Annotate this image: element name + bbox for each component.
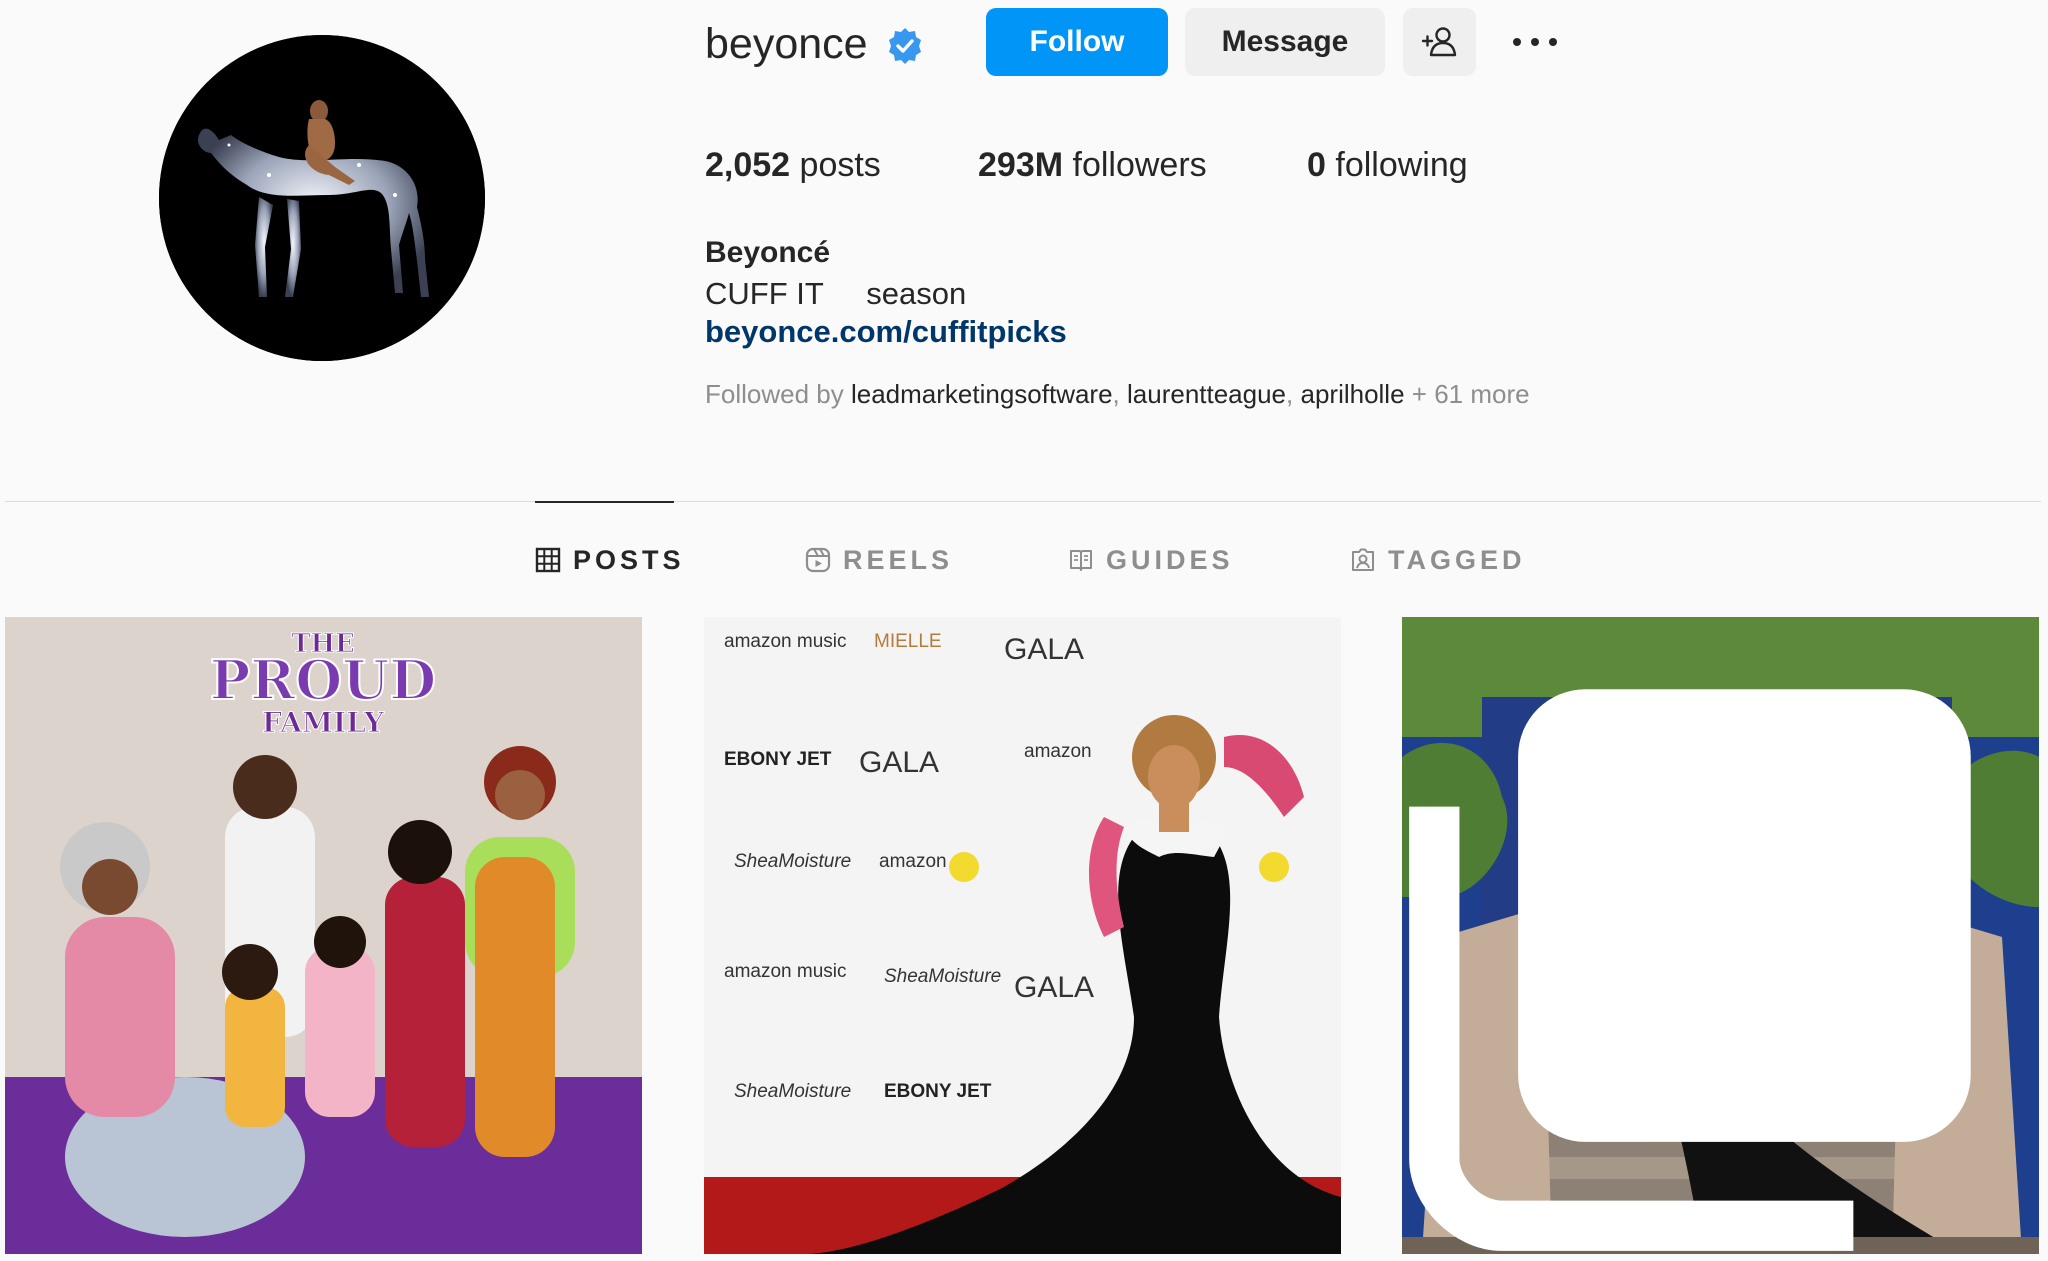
post-image: THE PROUD FAMILY: [5, 617, 642, 1254]
profile-link[interactable]: beyonce.com/cuffitpicks: [705, 311, 1067, 353]
tab-label: POSTS: [573, 544, 685, 575]
tab-reels[interactable]: REELS: [805, 540, 953, 580]
post-thumbnail[interactable]: THE PROUD FAMILY: [5, 617, 642, 1254]
follower-name[interactable]: leadmarketingsoftware: [851, 379, 1113, 409]
follower-name[interactable]: laurentteague: [1127, 379, 1286, 409]
tabs-divider: [5, 501, 2041, 502]
guides-icon: [1070, 550, 1092, 571]
profile-full-name: Beyoncé: [705, 236, 831, 269]
follow-button[interactable]: Follow: [986, 8, 1168, 76]
more-horizontal-icon: [1513, 38, 1557, 46]
grid-icon: [535, 547, 561, 573]
post-image: amazon music MIELLE GALA EBONY JET GALA …: [704, 617, 1341, 1254]
followers-count: 293M: [978, 146, 1064, 184]
follower-name[interactable]: aprilholle: [1300, 379, 1404, 409]
followed-by-prefix: Followed by: [705, 379, 851, 409]
backdrop-logo: EBONY JET: [724, 749, 832, 770]
more-options-button[interactable]: [1510, 20, 1560, 64]
posts-label: posts: [790, 146, 881, 184]
backdrop-logo: amazon: [879, 851, 947, 872]
posts-count: 2,052: [705, 146, 791, 184]
tagged-icon: [1352, 548, 1374, 571]
followers-stat[interactable]: 293M followers: [978, 140, 1207, 190]
posts-count-stat: 2,052 posts: [705, 140, 881, 190]
tab-guides[interactable]: GUIDES: [1068, 540, 1234, 580]
followed-by-separator: ,: [1112, 379, 1127, 409]
followed-by-more: + 61 more: [1404, 379, 1530, 409]
profile-avatar[interactable]: [159, 35, 485, 361]
followed-by[interactable]: Followed by leadmarketingsoftware, laure…: [705, 374, 1530, 414]
backdrop-logo: GALA: [859, 746, 939, 779]
tab-label: GUIDES: [1106, 544, 1234, 575]
profile-username: beyonce: [705, 20, 868, 68]
followed-by-separator: ,: [1286, 379, 1301, 409]
post-thumbnail[interactable]: [1402, 617, 2039, 1254]
reels-icon: [805, 547, 831, 573]
backdrop-logo: SheaMoisture: [734, 851, 851, 872]
post-text: PROUD: [210, 648, 436, 712]
suggested-accounts-button[interactable]: [1403, 8, 1476, 76]
tab-posts[interactable]: POSTS: [535, 540, 685, 580]
multiple-posts-icon: [1409, 689, 1971, 1251]
post-text: FAMILY: [262, 706, 385, 739]
followers-label: followers: [1063, 146, 1207, 184]
backdrop-logo: EBONY JET: [884, 1081, 992, 1102]
backdrop-logo: GALA: [1004, 633, 1084, 666]
backdrop-logo: SheaMoisture: [884, 966, 1001, 987]
following-stat[interactable]: 0 following: [1307, 140, 1468, 190]
tab-label: TAGGED: [1388, 544, 1526, 575]
tab-tagged[interactable]: TAGGED: [1350, 540, 1526, 580]
person-plus-icon: [1421, 27, 1456, 57]
tab-label: REELS: [843, 544, 954, 575]
following-label: following: [1325, 146, 1468, 184]
post-thumbnail[interactable]: amazon music MIELLE GALA EBONY JET GALA …: [704, 617, 1341, 1254]
verified-badge-icon: [889, 28, 921, 64]
backdrop-logo: GALA: [1014, 971, 1094, 1004]
following-count: 0: [1307, 146, 1326, 184]
backdrop-logo: amazon: [1024, 741, 1092, 762]
profile-bio: CUFF IT season: [705, 276, 967, 311]
backdrop-logo: MIELLE: [874, 631, 942, 652]
backdrop-logo: amazon music: [724, 961, 847, 982]
backdrop-logo: amazon music: [724, 631, 847, 652]
backdrop-logo: SheaMoisture: [734, 1081, 851, 1102]
active-tab-indicator: [535, 501, 674, 503]
message-button[interactable]: Message: [1185, 8, 1385, 76]
